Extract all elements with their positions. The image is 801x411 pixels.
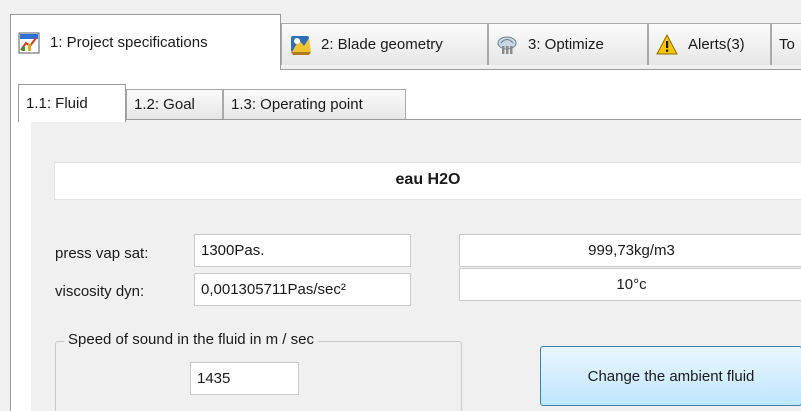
tab-label: 1.3: Operating point (231, 96, 363, 113)
tab-truncated[interactable]: To (771, 23, 801, 65)
temperature-value: 10°c (616, 276, 647, 293)
temperature-field[interactable]: 10°c (459, 268, 801, 301)
fluid-name-display: eau H2O (54, 162, 801, 200)
tab-goal[interactable]: 1.2: Goal (126, 89, 223, 119)
density-field[interactable]: 999,73kg/m3 (459, 234, 801, 267)
speed-of-sound-title: Speed of sound in the fluid in m / sec (64, 331, 318, 348)
change-ambient-fluid-button[interactable]: Change the ambient fluid (540, 346, 801, 406)
warning-icon (656, 33, 678, 56)
tab-label: Alerts(3) (688, 36, 745, 53)
tab-label: 3: Optimize (528, 36, 604, 53)
application-window: 1: Project specifications 2: Blade geome… (0, 0, 801, 411)
tab-project-specifications[interactable]: 1: Project specifications (10, 14, 281, 70)
density-value: 999,73kg/m3 (588, 242, 675, 259)
optimize-icon (496, 34, 518, 56)
viscosity-field[interactable]: 0,001305711Pas/sec² (194, 273, 411, 306)
tab-alerts[interactable]: Alerts(3) (648, 23, 771, 65)
blade-geometry-icon (289, 34, 311, 56)
tab-optimize[interactable]: 3: Optimize (488, 23, 648, 65)
tab-label: 1.2: Goal (134, 96, 195, 113)
fluid-name: eau H2O (395, 171, 461, 188)
tab-operating-point[interactable]: 1.3: Operating point (223, 89, 406, 119)
tab-label: 1.1: Fluid (26, 95, 88, 112)
viscosity-value: 0,001305711Pas/sec² (201, 281, 346, 298)
tab-blade-geometry[interactable]: 2: Blade geometry (281, 23, 488, 65)
sub-tab-strip: 1.1: Fluid 1.2: Goal 1.3: Operating poin… (18, 82, 798, 126)
speed-of-sound-field[interactable]: 1435 (190, 362, 299, 395)
press-vap-sat-value: 1300Pas. (201, 242, 265, 259)
tab-fluid[interactable]: 1.1: Fluid (18, 84, 126, 122)
tab-label: To (779, 36, 795, 53)
main-tab-strip: 1: Project specifications 2: Blade geome… (10, 11, 801, 77)
press-vap-sat-label: press vap sat: (55, 245, 149, 262)
project-chart-icon (18, 32, 40, 54)
press-vap-sat-field[interactable]: 1300Pas. (194, 234, 411, 267)
speed-of-sound-value: 1435 (197, 370, 231, 387)
button-label: Change the ambient fluid (587, 367, 755, 385)
tab-label: 2: Blade geometry (321, 36, 443, 53)
tab-label: 1: Project specifications (50, 34, 208, 51)
viscosity-label: viscosity dyn: (55, 283, 145, 300)
